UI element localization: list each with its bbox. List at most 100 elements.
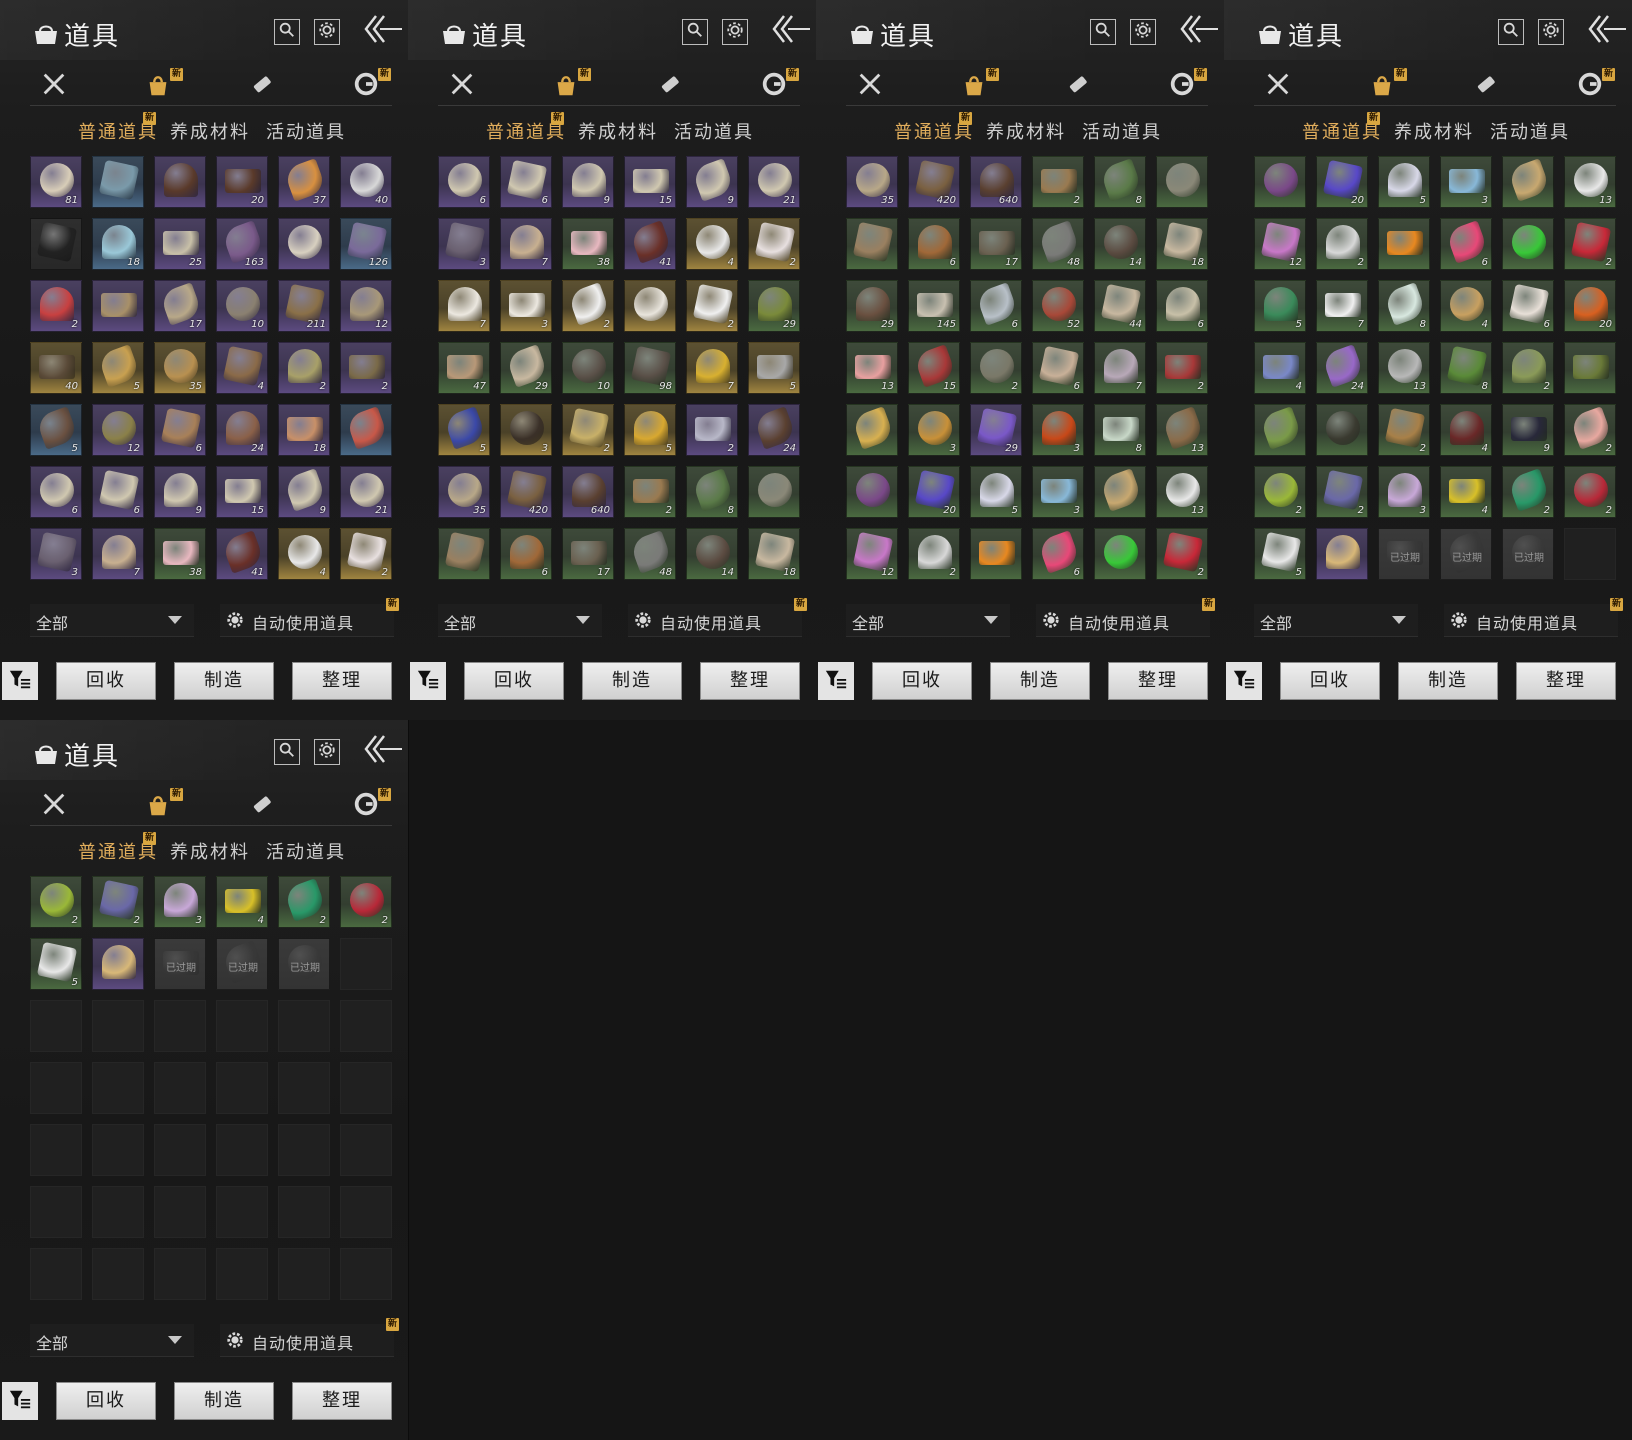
item-slot[interactable]: 6 [154,404,206,456]
item-slot[interactable] [1564,342,1616,394]
item-slot[interactable]: 44 [1094,280,1146,332]
item-slot[interactable]: 211 [278,280,330,332]
item-slot[interactable]: 2 [562,404,614,456]
settings-button[interactable] [722,19,748,45]
item-slot[interactable]: 7 [686,342,738,394]
item-slot[interactable]: 15 [908,342,960,394]
item-slot[interactable]: 41 [216,528,268,580]
item-slot[interactable]: 2 [1564,218,1616,270]
item-slot[interactable]: 3 [438,218,490,270]
item-slot[interactable]: 40 [30,342,82,394]
item-slot[interactable]: 5 [1254,280,1306,332]
recycle-button[interactable]: 回收 [464,662,564,700]
item-slot[interactable]: 24 [1316,342,1368,394]
item-slot[interactable]: 38 [562,218,614,270]
item-slot[interactable]: 14 [686,528,738,580]
organize-button[interactable]: 整理 [1108,662,1208,700]
search-button[interactable] [1090,19,1116,45]
item-slot[interactable]: 6 [438,156,490,208]
craft-button[interactable]: 制造 [174,1382,274,1420]
item-slot[interactable] [1316,404,1368,456]
item-slot[interactable] [30,218,82,270]
item-slot[interactable]: 已过期 [1502,528,1554,580]
craft-button[interactable]: 制造 [174,662,274,700]
item-slot[interactable]: 2 [748,218,800,270]
item-slot[interactable]: 9 [1502,404,1554,456]
item-slot[interactable]: 24 [748,404,800,456]
item-slot[interactable]: 20 [908,466,960,518]
item-slot[interactable]: 18 [92,218,144,270]
item-slot[interactable]: 81 [30,156,82,208]
item-slot[interactable]: 4 [1440,280,1492,332]
item-slot[interactable]: 10 [562,342,614,394]
category-tab-scroll[interactable] [652,68,688,104]
search-button[interactable] [682,19,708,45]
tab-item-type[interactable]: 活动道具 [1490,118,1570,144]
item-slot[interactable]: 已过期 [154,938,206,990]
item-slot[interactable]: 5 [1378,156,1430,208]
item-slot[interactable]: 29 [500,342,552,394]
item-slot[interactable]: 126 [340,218,392,270]
double-chevron-left-icon[interactable] [362,732,404,766]
item-slot[interactable]: 8 [1094,404,1146,456]
item-slot[interactable]: 2 [340,876,392,928]
tab-item-type[interactable]: 养成材料 [170,838,250,864]
item-slot[interactable]: 145 [908,280,960,332]
item-slot[interactable]: 12 [92,404,144,456]
item-slot[interactable]: 40 [340,156,392,208]
item-slot[interactable]: 20 [1564,280,1616,332]
category-tab-scroll[interactable] [1468,68,1504,104]
double-chevron-left-icon[interactable] [1178,12,1220,46]
item-slot[interactable]: 6 [1032,528,1084,580]
item-slot[interactable]: 2 [340,528,392,580]
organize-button[interactable]: 整理 [1516,662,1616,700]
item-slot[interactable]: 35 [846,156,898,208]
item-slot[interactable]: 2 [970,342,1022,394]
item-slot[interactable]: 20 [216,156,268,208]
item-slot[interactable]: 2 [278,342,330,394]
item-slot[interactable]: 17 [562,528,614,580]
item-slot[interactable]: 5 [1254,528,1306,580]
item-slot[interactable]: 6 [970,280,1022,332]
item-slot[interactable]: 9 [686,156,738,208]
auto-use-button[interactable]: 自动使用道具 [1444,604,1618,637]
item-slot[interactable]: 48 [1032,218,1084,270]
item-slot[interactable]: 13 [1156,404,1208,456]
item-slot[interactable] [748,466,800,518]
item-slot[interactable]: 18 [1156,218,1208,270]
item-slot[interactable]: 6 [1156,280,1208,332]
item-slot[interactable]: 2 [30,876,82,928]
tab-item-type[interactable]: 活动道具 [266,118,346,144]
settings-button[interactable] [314,19,340,45]
item-slot[interactable]: 6 [500,156,552,208]
item-slot[interactable]: 7 [1316,280,1368,332]
item-slot[interactable]: 6 [500,528,552,580]
item-slot[interactable]: 15 [216,466,268,518]
item-slot[interactable]: 8 [1440,342,1492,394]
item-slot[interactable]: 5 [30,938,82,990]
item-slot[interactable]: 163 [216,218,268,270]
tab-item-type[interactable]: 活动道具 [674,118,754,144]
item-slot[interactable] [1156,156,1208,208]
item-slot[interactable]: 2 [278,876,330,928]
double-chevron-left-icon[interactable] [362,12,404,46]
item-slot[interactable]: 640 [970,156,1022,208]
item-slot[interactable] [340,404,392,456]
item-slot[interactable] [624,280,676,332]
craft-button[interactable]: 制造 [582,662,682,700]
recycle-button[interactable]: 回收 [56,662,156,700]
item-slot[interactable]: 已过期 [216,938,268,990]
item-slot[interactable] [970,528,1022,580]
item-slot[interactable]: 6 [1440,218,1492,270]
item-slot[interactable]: 5 [438,404,490,456]
item-slot[interactable]: 7 [438,280,490,332]
item-slot[interactable]: 2 [1564,466,1616,518]
tab-item-type[interactable]: 活动道具 [266,838,346,864]
item-slot[interactable]: 9 [278,466,330,518]
item-slot[interactable] [1254,156,1306,208]
auto-use-button[interactable]: 自动使用道具 [628,604,802,637]
organize-button[interactable]: 整理 [700,662,800,700]
item-slot[interactable]: 9 [562,156,614,208]
item-slot[interactable]: 640 [562,466,614,518]
item-slot[interactable]: 3 [1032,404,1084,456]
